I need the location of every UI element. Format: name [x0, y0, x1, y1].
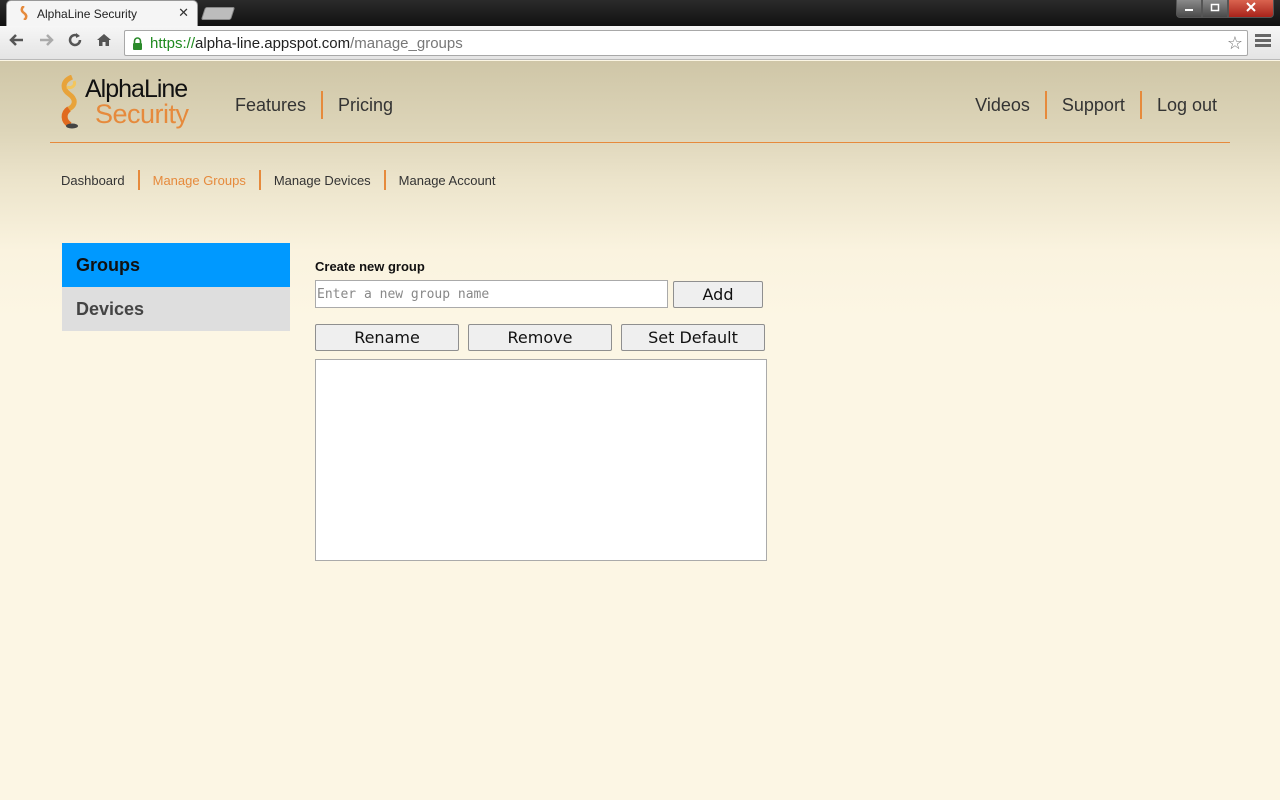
minimize-icon [1185, 9, 1193, 11]
logo-mark-icon [61, 75, 78, 129]
favicon-icon [20, 6, 28, 20]
nav-features[interactable]: Features [235, 95, 306, 116]
forward-icon[interactable] [35, 32, 57, 54]
subnav-separator [383, 170, 386, 190]
create-group-label: Create new group [315, 259, 425, 274]
browser-tab[interactable]: AlphaLine Security ✕ [6, 0, 198, 26]
restore-icon [1210, 3, 1220, 12]
subnav-manage-devices[interactable]: Manage Devices [274, 173, 371, 188]
browser-titlebar: AlphaLine Security ✕ [0, 0, 1280, 26]
logo-text-bottom: Security [95, 99, 189, 129]
url-scheme: https:// [150, 35, 196, 52]
logo[interactable]: AlphaLine Security [58, 73, 208, 131]
nav-separator [1044, 91, 1047, 119]
sidebar-item-groups[interactable]: Groups [62, 243, 290, 287]
browser-toolbar: https://alpha-line.appspot.com/manage_gr… [0, 26, 1280, 60]
set-default-group-button[interactable]: Set Default [621, 324, 765, 351]
subnav-separator [137, 170, 140, 190]
subnav-dashboard[interactable]: Dashboard [61, 173, 125, 188]
maximize-button[interactable] [1202, 0, 1228, 18]
sidebar-item-devices[interactable]: Devices [62, 287, 290, 331]
nav-logout[interactable]: Log out [1157, 95, 1217, 116]
url-host: alpha-line.appspot.com [195, 35, 351, 52]
tab-title: AlphaLine Security [37, 7, 138, 21]
sidebar: Groups Devices [62, 243, 290, 331]
nav-separator [321, 91, 324, 119]
menu-icon[interactable] [1255, 34, 1271, 49]
home-icon[interactable] [93, 32, 115, 54]
subnav-manage-account[interactable]: Manage Account [399, 173, 496, 188]
rename-group-button[interactable]: Rename [315, 324, 459, 351]
star-icon[interactable]: ☆ [1227, 33, 1243, 54]
reload-icon[interactable] [64, 32, 86, 54]
url-text: https://alpha-line.appspot.com/manage_gr… [150, 35, 463, 52]
main-nav-right: Videos Support Log out [975, 91, 1217, 119]
lock-icon [133, 37, 142, 50]
back-icon[interactable] [6, 32, 28, 54]
new-tab-button[interactable] [200, 7, 236, 20]
page: AlphaLine Security Features Pricing Vide… [0, 61, 1280, 800]
url-path: /manage_groups [350, 35, 463, 52]
group-list[interactable] [315, 359, 767, 561]
group-name-input[interactable] [315, 280, 668, 308]
nav-support[interactable]: Support [1062, 95, 1125, 116]
main-nav-left: Features Pricing [235, 91, 393, 119]
nav-pricing[interactable]: Pricing [338, 95, 393, 116]
remove-group-button[interactable]: Remove [468, 324, 612, 351]
nav-videos[interactable]: Videos [975, 95, 1030, 116]
address-bar[interactable]: https://alpha-line.appspot.com/manage_gr… [124, 30, 1248, 56]
tab-close-icon[interactable]: ✕ [178, 5, 189, 21]
close-icon [1246, 2, 1256, 12]
minimize-button[interactable] [1176, 0, 1202, 18]
window-close-button[interactable] [1228, 0, 1274, 18]
subnav-manage-groups[interactable]: Manage Groups [153, 173, 246, 188]
nav-separator [1139, 91, 1142, 119]
sub-nav: Dashboard Manage Groups Manage Devices M… [61, 170, 496, 190]
add-group-button[interactable]: Add [673, 281, 763, 308]
header-divider [50, 142, 1230, 143]
subnav-separator [258, 170, 261, 190]
